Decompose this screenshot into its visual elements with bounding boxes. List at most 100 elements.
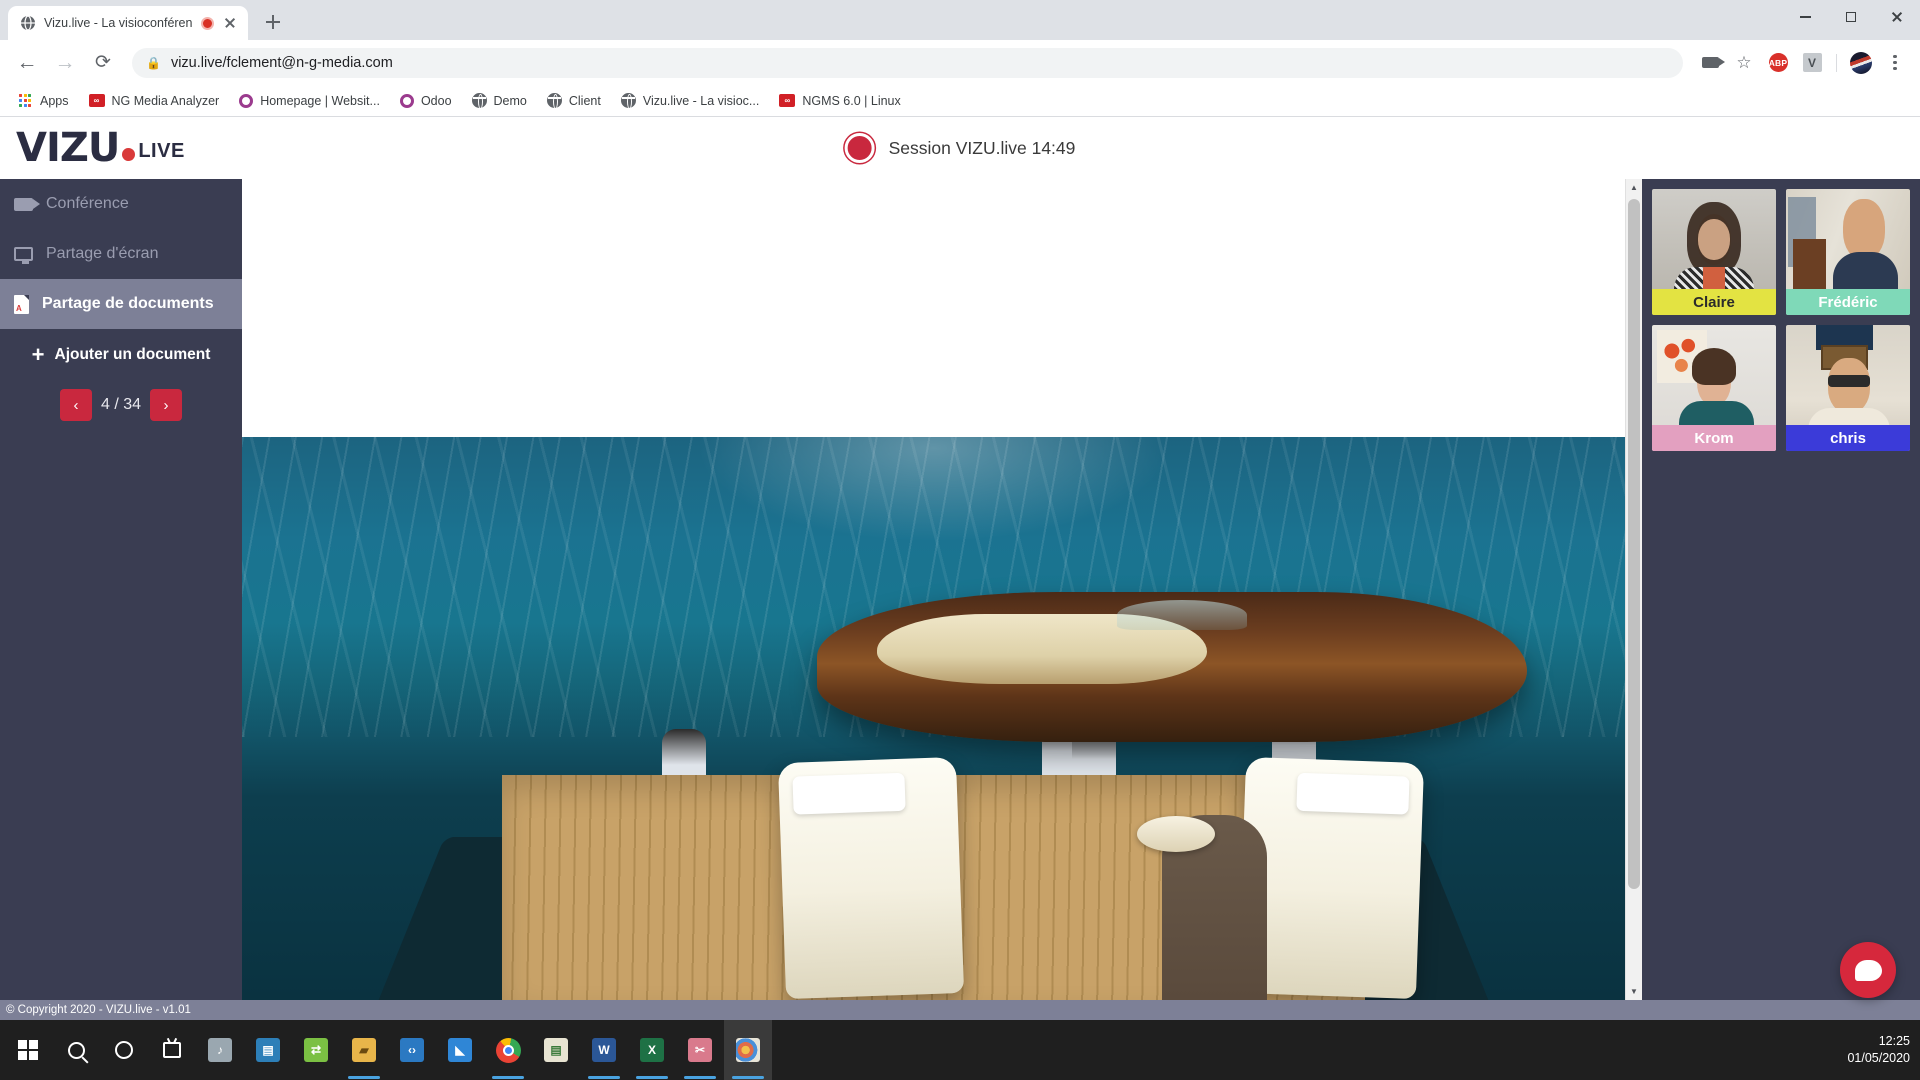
snipping-tool-app[interactable]: ✂ <box>676 1020 724 1080</box>
maximize-button[interactable] <box>1828 0 1874 34</box>
contacts-app[interactable]: ▤ <box>244 1020 292 1080</box>
adblock-icon[interactable]: ABP <box>1763 48 1793 78</box>
plus-icon: + <box>31 342 45 367</box>
sidebar-item-label: Partage d'écran <box>46 245 159 262</box>
chrome-app[interactable] <box>484 1020 532 1080</box>
bookmark-star-icon[interactable]: ☆ <box>1729 48 1759 78</box>
odoo-circle-icon <box>399 93 414 108</box>
participant-tile-claire[interactable]: Claire <box>1652 189 1776 315</box>
participants-rail: Claire Frédéric Krom chris <box>1642 179 1920 1000</box>
lock-icon: 🔒 <box>146 55 161 70</box>
participant-name: Claire <box>1652 289 1776 315</box>
bookmark-apps[interactable]: Apps <box>10 90 78 112</box>
chat-button[interactable] <box>1840 942 1896 998</box>
pdf-document-icon <box>14 294 29 314</box>
vs-code-app[interactable]: ‹› <box>388 1020 436 1080</box>
session-indicator: Session VIZU.live 14:49 <box>844 133 1075 163</box>
apps-grid-icon <box>19 94 33 107</box>
clock-date: 01/05/2020 <box>1847 1051 1910 1065</box>
teamviewer-app[interactable]: ⇄ <box>292 1020 340 1080</box>
back-button[interactable]: ← <box>10 46 44 80</box>
bookmarks-bar: Apps ∞ NG Media Analyzer Homepage | Webs… <box>0 85 1920 117</box>
window-close-button[interactable] <box>1874 0 1920 34</box>
bookmark-ng-media-analyzer[interactable]: ∞ NG Media Analyzer <box>80 90 229 112</box>
odoo-circle-icon <box>239 93 254 108</box>
vizu-extension-icon[interactable]: V <box>1797 48 1827 78</box>
video-camera-icon <box>14 197 40 211</box>
record-dot-icon[interactable] <box>844 133 875 163</box>
ngms-icon: ∞ <box>779 94 796 107</box>
task-view-button[interactable] <box>148 1020 196 1080</box>
bookmark-homepage[interactable]: Homepage | Websit... <box>230 90 389 112</box>
scissors-icon: ✂ <box>688 1038 712 1062</box>
bookmark-vizu-live[interactable]: Vizu.live - La visioc... <box>612 89 768 112</box>
reload-button[interactable]: ⟳ <box>86 46 120 80</box>
document-scrollbar[interactable]: ▲ ▼ <box>1625 179 1642 1000</box>
word-app[interactable]: W <box>580 1020 628 1080</box>
scroll-down-arrow-icon[interactable]: ▼ <box>1626 983 1642 1000</box>
logo-suffix: LIVE <box>138 140 185 162</box>
document-canvas[interactable] <box>242 179 1625 1000</box>
participant-tile-frederic[interactable]: Frédéric <box>1786 189 1910 315</box>
chat-bubble-icon <box>1854 959 1882 981</box>
bookmark-client[interactable]: Client <box>538 89 610 112</box>
bookmark-label: Demo <box>493 93 527 108</box>
ng-media-icon: ∞ <box>88 94 105 107</box>
add-document-label: Ajouter un document <box>54 346 211 363</box>
sidebar-item-screen-share[interactable]: Partage d'écran <box>0 229 242 279</box>
sidebar-item-conference[interactable]: Conférence <box>0 179 242 229</box>
start-button[interactable] <box>4 1020 52 1080</box>
toolbar-divider <box>1836 53 1837 72</box>
browser-tab[interactable]: Vizu.live - La visioconférence <box>8 6 248 40</box>
forward-button[interactable]: → <box>48 46 82 80</box>
search-button[interactable] <box>52 1020 100 1080</box>
monitor-icon <box>14 247 33 264</box>
participant-tiles: Claire Frédéric Krom chris <box>1652 189 1910 451</box>
close-icon[interactable] <box>222 15 238 31</box>
cortana-button[interactable] <box>100 1020 148 1080</box>
globe-icon <box>546 93 562 108</box>
participant-name: Krom <box>1652 425 1776 451</box>
bookmark-label: NG Media Analyzer <box>111 93 220 108</box>
paint-app[interactable] <box>724 1020 772 1080</box>
profile-avatar-icon[interactable] <box>1846 48 1876 78</box>
taskbar-clock[interactable]: 12:25 01/05/2020 <box>1847 1033 1910 1067</box>
chrome-menu-icon[interactable] <box>1880 48 1910 78</box>
contacts-icon: ▤ <box>256 1038 280 1062</box>
participant-tile-krom[interactable]: Krom <box>1652 325 1776 451</box>
logo-wordmark: VIZU <box>16 125 120 171</box>
vscode-icon: ‹› <box>400 1038 424 1062</box>
page-viewport: VIZU LIVE Session VIZU.live 14:49 Confér… <box>0 117 1920 1020</box>
bookmark-demo[interactable]: Demo <box>463 89 536 112</box>
next-page-button[interactable]: › <box>150 389 183 421</box>
camera-icon[interactable] <box>1695 48 1725 78</box>
system-tray: 12:25 01/05/2020 <box>1847 1020 1920 1080</box>
globe-icon <box>620 93 636 108</box>
bookmark-label: Vizu.live - La visioc... <box>642 93 760 108</box>
bookmark-label: NGMS 6.0 | Linux <box>802 93 901 108</box>
add-document-button[interactable]: + Ajouter un document <box>0 329 242 381</box>
bookmark-ngms[interactable]: ∞ NGMS 6.0 | Linux <box>770 90 909 112</box>
new-tab-button[interactable] <box>258 7 288 37</box>
url-text: vizu.live/fclement@n-g-media.com <box>170 54 393 71</box>
app-body: Conférence Partage d'écran Partage de do… <box>0 179 1920 1000</box>
participant-tile-chris[interactable]: chris <box>1786 325 1910 451</box>
media-player-app[interactable]: ♪ <box>196 1020 244 1080</box>
bookmark-odoo[interactable]: Odoo <box>391 90 461 112</box>
scroll-up-arrow-icon[interactable]: ▲ <box>1626 179 1642 196</box>
notepad-app[interactable]: ▤ <box>532 1020 580 1080</box>
minimize-button[interactable] <box>1782 0 1828 34</box>
paint-icon <box>736 1038 760 1062</box>
wireshark-app[interactable]: ◣ <box>436 1020 484 1080</box>
window-controls <box>1782 0 1920 34</box>
sidebar-item-document-share[interactable]: Partage de documents <box>0 279 242 329</box>
notepad-icon: ▤ <box>544 1038 568 1062</box>
excel-app[interactable]: X <box>628 1020 676 1080</box>
file-explorer-app[interactable]: ▰ <box>340 1020 388 1080</box>
address-bar[interactable]: 🔒 vizu.live/fclement@n-g-media.com <box>132 47 1683 78</box>
prev-page-button[interactable]: ‹ <box>59 389 92 421</box>
scrollbar-thumb[interactable] <box>1628 199 1640 889</box>
toolbar-icons: ☆ ABP V <box>1695 48 1910 78</box>
vizu-logo[interactable]: VIZU LIVE <box>16 125 185 171</box>
media-player-icon: ♪ <box>208 1038 232 1062</box>
